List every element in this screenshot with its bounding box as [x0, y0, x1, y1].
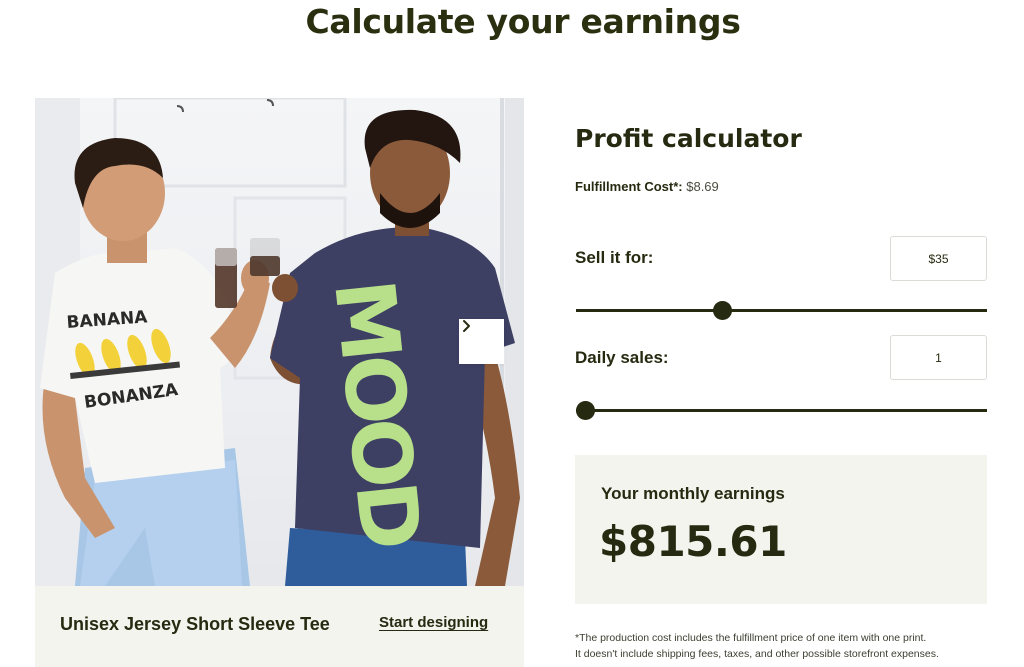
product-caption-bar: Unisex Jersey Short Sleeve Tee Start des… [35, 586, 524, 667]
fulfillment-cost-value: $8.69 [686, 179, 719, 194]
cost-disclaimer: *The production cost includes the fulfil… [575, 630, 995, 662]
product-name: Unisex Jersey Short Sleeve Tee [60, 614, 330, 634]
fulfillment-cost: Fulfillment Cost*: $8.69 [575, 179, 719, 194]
product-card: BANANA BONANZA MOOD Unisex Jersey Short … [35, 98, 524, 667]
disclaimer-line-1: *The production cost includes the fulfil… [575, 632, 927, 644]
monthly-earnings-label: Your monthly earnings [601, 484, 785, 503]
monthly-earnings-panel: Your monthly earnings $815.61 [575, 455, 987, 604]
sell-price-slider[interactable] [576, 309, 987, 312]
monthly-earnings-value: $815.61 [599, 517, 787, 566]
page-title: Calculate your earnings [305, 2, 741, 41]
sell-price-slider-thumb[interactable] [713, 301, 733, 320]
models-illustration: BANANA BONANZA MOOD [35, 98, 524, 586]
carousel-next-button[interactable] [459, 319, 504, 364]
daily-sales-label: Daily sales: [575, 348, 669, 367]
daily-sales-slider[interactable] [576, 409, 987, 412]
chevron-right-icon [463, 320, 470, 332]
start-designing-link[interactable]: Start designing [379, 614, 488, 631]
daily-sales-input[interactable] [890, 335, 987, 380]
daily-sales-slider-thumb[interactable] [576, 401, 595, 420]
sell-price-input[interactable] [890, 236, 987, 281]
product-photo: BANANA BONANZA MOOD [35, 98, 524, 586]
disclaimer-line-2: It doesn't include shipping fees, taxes,… [575, 648, 939, 660]
sell-price-label: Sell it for: [575, 248, 654, 267]
calculator-title: Profit calculator [575, 124, 802, 153]
fulfillment-cost-label: Fulfillment Cost*: [575, 179, 683, 194]
